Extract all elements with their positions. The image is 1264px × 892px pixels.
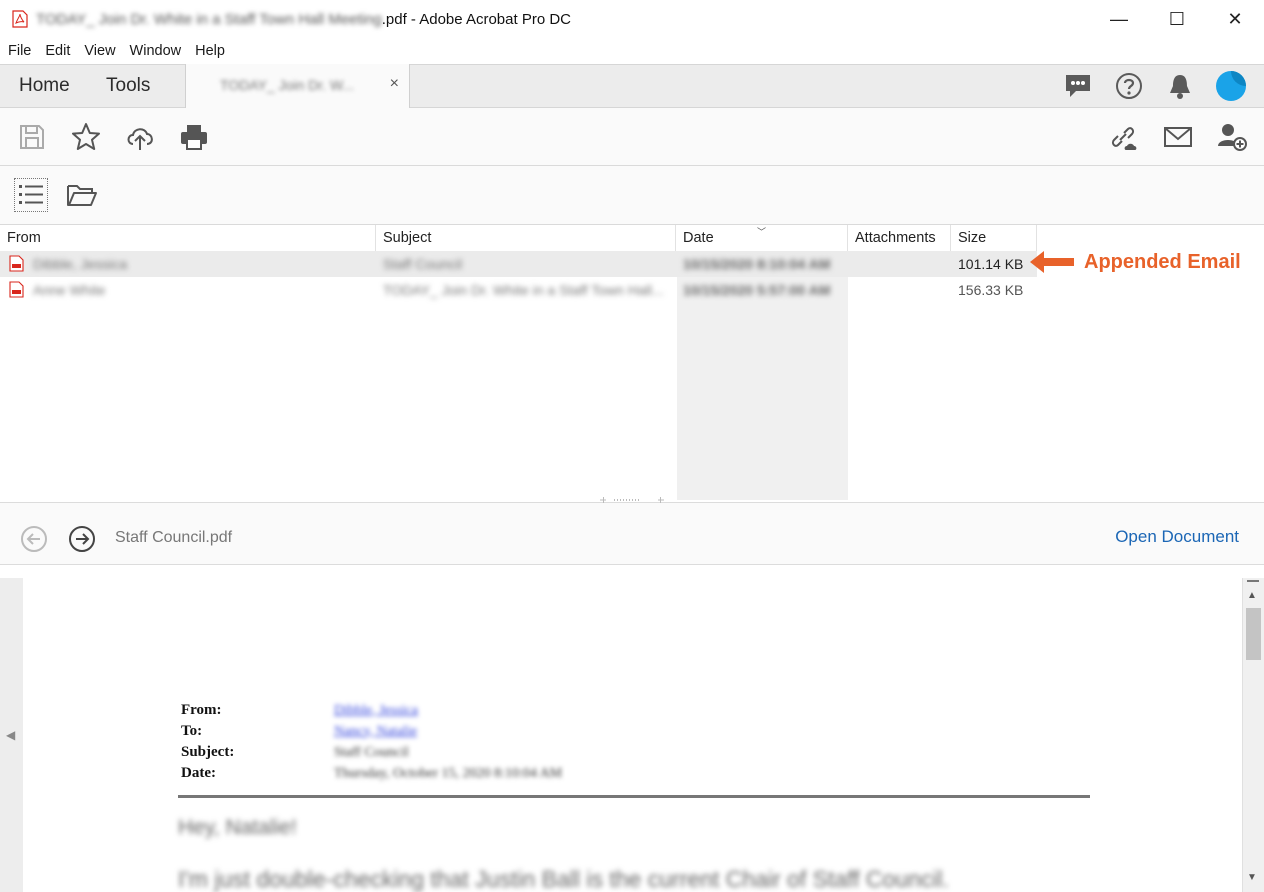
column-header-from[interactable]: From xyxy=(0,225,376,251)
scroll-up-icon[interactable]: ▲ xyxy=(1247,590,1257,601)
scrollbar-top-line xyxy=(1247,580,1259,582)
tab-tools[interactable]: Tools xyxy=(106,75,150,97)
forward-button[interactable] xyxy=(68,525,96,556)
cloud-upload-icon[interactable] xyxy=(124,121,156,153)
menu-bar: File Edit View Window Help xyxy=(0,38,1264,64)
window-title: TODAY_ Join Dr. White in a Staff Town Ha… xyxy=(36,11,571,28)
menu-file[interactable]: File xyxy=(8,43,31,59)
column-header-attachments[interactable]: Attachments xyxy=(848,225,951,251)
document-preview: ◀ From: Dibble, Jessica To: Nancy, Natal… xyxy=(0,578,1264,892)
portfolio-toolbar xyxy=(0,166,1264,225)
row-subject: Staff Council xyxy=(383,256,463,272)
annotation-label: Appended Email xyxy=(1084,250,1241,273)
email-header: From: Dibble, Jessica To: Nancy, Natalie… xyxy=(181,700,562,784)
window-title-suffix: .pdf - Adobe Acrobat Pro DC xyxy=(381,10,571,28)
email-body-line: I'm just double-checking that Justin Bal… xyxy=(178,866,950,892)
menu-help[interactable]: Help xyxy=(195,43,225,59)
row-subject: TODAY_ Join Dr. White in a Staff Town Ha… xyxy=(383,282,664,298)
column-header-size[interactable]: Size xyxy=(951,225,1037,251)
close-window-button[interactable]: ✕ xyxy=(1206,0,1264,38)
email-to-value[interactable]: Nancy, Natalie xyxy=(334,724,417,740)
appended-email-annotation: Appended Email xyxy=(1028,249,1241,275)
row-from: Dibble, Jessica xyxy=(33,256,128,272)
menu-view[interactable]: View xyxy=(84,43,115,59)
email-divider xyxy=(178,795,1090,798)
pdf-file-icon xyxy=(9,255,24,272)
help-icon[interactable] xyxy=(1114,71,1144,101)
maximize-button[interactable]: ☐ xyxy=(1148,0,1206,38)
bell-icon[interactable] xyxy=(1165,71,1195,101)
pdf-file-icon xyxy=(9,281,24,298)
pdf-file-icon xyxy=(12,10,28,28)
tab-home[interactable]: Home xyxy=(19,75,70,97)
back-button[interactable] xyxy=(20,525,48,556)
print-icon[interactable] xyxy=(178,121,210,153)
avatar[interactable] xyxy=(1216,71,1246,101)
comment-icon[interactable] xyxy=(1063,71,1093,101)
tabbar-right-actions xyxy=(1042,71,1246,101)
open-folder-button[interactable] xyxy=(66,180,98,210)
arrow-right-circle-icon xyxy=(69,526,95,552)
folder-open-icon xyxy=(67,185,97,206)
arrow-left-circle-icon xyxy=(21,526,47,552)
email-subject-row: Subject: Staff Council xyxy=(181,742,562,763)
scrollbar-thumb[interactable] xyxy=(1246,608,1261,660)
minimize-button[interactable]: — xyxy=(1090,0,1148,38)
title-bar: TODAY_ Join Dr. White in a Staff Town Ha… xyxy=(0,0,1264,38)
email-from-value[interactable]: Dibble, Jessica xyxy=(334,703,418,719)
row-date: 10/15/2020 8:10:04 AM xyxy=(683,256,831,272)
row-date: 10/15/2020 5:57:00 AM xyxy=(683,282,831,298)
email-date-row: Date: Thursday, October 15, 2020 8:10:04… xyxy=(181,763,562,784)
open-document-link[interactable]: Open Document xyxy=(1115,527,1239,547)
left-gutter: ◀ xyxy=(0,578,23,892)
arrow-left-icon xyxy=(1030,251,1074,273)
email-date-label: Date: xyxy=(181,765,216,781)
scroll-down-icon[interactable]: ▼ xyxy=(1247,872,1257,883)
row-size: 101.14 KB xyxy=(958,256,1024,272)
vertical-scrollbar[interactable]: ▲ ▼ xyxy=(1242,578,1264,892)
email-from-label: From: xyxy=(181,702,222,718)
star-icon[interactable] xyxy=(70,121,102,153)
menu-window[interactable]: Window xyxy=(130,43,182,59)
sort-descending-icon: ﹀ xyxy=(757,227,767,237)
email-subject-label: Subject: xyxy=(181,744,235,760)
column-header-subject[interactable]: Subject xyxy=(376,225,676,251)
row-from: Anne White xyxy=(33,282,106,298)
email-date-value: Thursday, October 15, 2020 8:10:04 AM xyxy=(334,765,563,781)
tab-document[interactable]: TODAY_ Join Dr. W... × xyxy=(185,64,410,108)
main-toolbar xyxy=(0,108,1264,166)
window-controls: — ☐ ✕ xyxy=(1090,0,1264,38)
email-to-row: To: Nancy, Natalie xyxy=(181,721,562,742)
email-to-label: To: xyxy=(181,723,203,739)
menu-edit[interactable]: Edit xyxy=(45,43,70,59)
collapse-left-icon[interactable]: ◀ xyxy=(6,728,15,742)
email-greeting: Hey, Natalie! xyxy=(178,816,297,839)
save-icon[interactable] xyxy=(16,121,48,153)
list-icon xyxy=(19,185,43,204)
add-user-icon[interactable] xyxy=(1216,121,1248,153)
close-tab-icon[interactable]: × xyxy=(390,75,399,93)
window-title-docname: TODAY_ Join Dr. White in a Staff Town Ha… xyxy=(36,10,382,28)
email-from-row: From: Dibble, Jessica xyxy=(181,700,562,721)
email-icon[interactable] xyxy=(1162,121,1194,153)
document-tab-label: TODAY_ Join Dr. W... xyxy=(220,77,355,93)
row-size: 156.33 KB xyxy=(958,282,1024,298)
preview-filename: Staff Council.pdf xyxy=(115,529,233,546)
table-row[interactable]: Dibble, Jessica Staff Council 10/15/2020… xyxy=(0,251,1037,277)
email-subject-value: Staff Council xyxy=(334,744,409,760)
table-row[interactable]: Anne White TODAY_ Join Dr. White in a St… xyxy=(0,277,1037,303)
list-view-button[interactable] xyxy=(14,178,48,212)
tab-bar: Home Tools TODAY_ Join Dr. W... × xyxy=(0,64,1264,108)
share-link-icon[interactable] xyxy=(1108,121,1140,153)
preview-navbar: Staff Council.pdf Open Document xyxy=(0,503,1264,565)
